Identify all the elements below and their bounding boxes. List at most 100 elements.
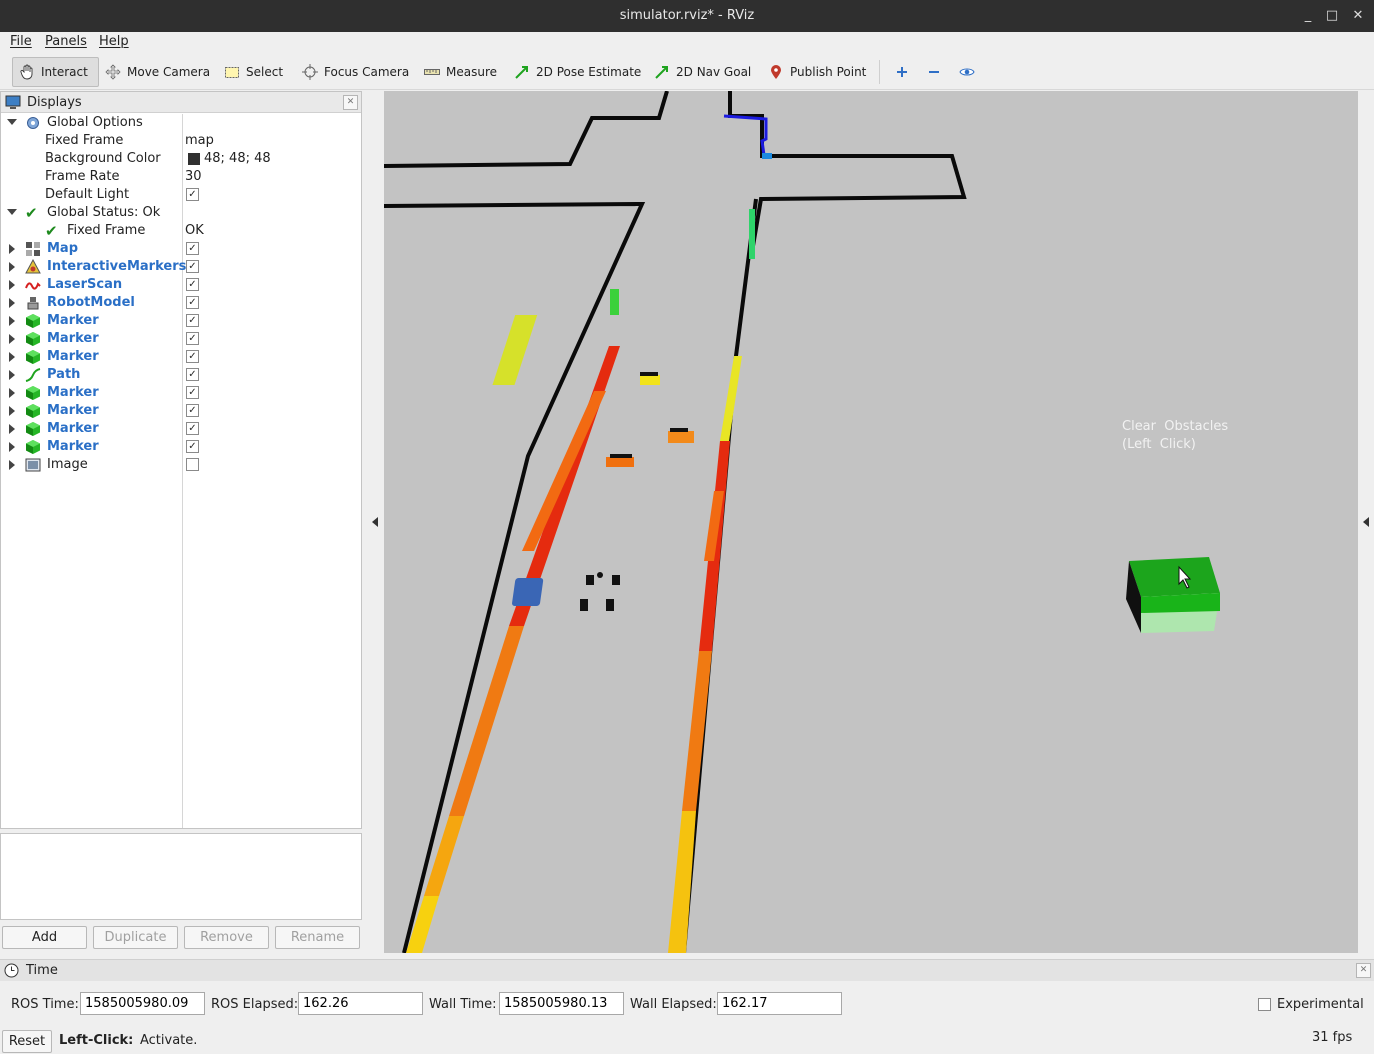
left-dock-handle[interactable] xyxy=(365,91,384,953)
expand-arrow[interactable] xyxy=(9,262,15,272)
display-enabled-checkbox[interactable]: ✓ xyxy=(186,404,199,417)
tree-row-default-light[interactable]: Default Light ✓ xyxy=(1,186,361,204)
add-display-button[interactable]: Add xyxy=(2,926,87,949)
expand-arrow[interactable] xyxy=(7,119,17,125)
default-light-checkbox[interactable]: ✓ xyxy=(186,188,199,201)
display-enabled-checkbox[interactable]: ✓ xyxy=(186,332,199,345)
expand-arrow[interactable] xyxy=(9,298,15,308)
expand-arrow[interactable] xyxy=(9,460,15,470)
map-icon xyxy=(25,241,41,257)
display-enabled-checkbox[interactable] xyxy=(186,458,199,471)
menu-file[interactable]: File xyxy=(10,34,32,49)
display-item-interactivemarkers[interactable]: InteractiveMarkers ✓ xyxy=(1,258,361,276)
tool-measure[interactable]: Measure xyxy=(418,57,503,87)
tool-2d-nav-goal[interactable]: 2D Nav Goal xyxy=(648,57,757,87)
tree-row-global-options[interactable]: Global Options xyxy=(1,114,361,132)
displays-panel-close-button[interactable]: ✕ xyxy=(343,95,358,110)
tree-row-global-status[interactable]: ✔ Global Status: Ok xyxy=(1,204,361,222)
display-item-marker[interactable]: Marker ✓ xyxy=(1,438,361,456)
display-item-marker[interactable]: Marker ✓ xyxy=(1,312,361,330)
tool-move-camera[interactable]: Move Camera xyxy=(99,57,216,87)
ros-elapsed-field[interactable] xyxy=(298,992,423,1015)
clock-icon xyxy=(4,963,19,982)
display-item-marker[interactable]: Marker ✓ xyxy=(1,402,361,420)
scene-render[interactable] xyxy=(384,91,1358,953)
menu-help[interactable]: Help xyxy=(99,34,129,49)
expand-arrow[interactable] xyxy=(9,370,15,380)
close-window-button[interactable]: ✕ xyxy=(1348,6,1368,26)
tree-row-status-fixed-frame[interactable]: ✔ Fixed Frame OK xyxy=(1,222,361,240)
display-enabled-checkbox[interactable]: ✓ xyxy=(186,386,199,399)
tool-interact[interactable]: Interact xyxy=(12,57,99,87)
tree-row-fixed-frame[interactable]: Fixed Frame map xyxy=(1,132,361,150)
marker-cube-icon xyxy=(25,385,41,401)
display-item-laserscan[interactable]: LaserScan ✓ xyxy=(1,276,361,294)
expand-arrow[interactable] xyxy=(9,352,15,362)
experimental-checkbox[interactable] xyxy=(1258,998,1271,1011)
add-tool-button[interactable] xyxy=(888,57,916,87)
reset-button[interactable]: Reset xyxy=(2,1030,52,1053)
expand-arrow[interactable] xyxy=(9,388,15,398)
view-options-button[interactable] xyxy=(953,57,981,87)
remove-tool-button[interactable] xyxy=(920,57,948,87)
expand-arrow[interactable] xyxy=(7,209,17,215)
frame-rate-value[interactable]: 30 xyxy=(185,169,202,184)
tool-select[interactable]: Select xyxy=(218,57,289,87)
display-item-marker[interactable]: Marker ✓ xyxy=(1,384,361,402)
duplicate-display-button[interactable]: Duplicate xyxy=(93,926,178,949)
minus-icon xyxy=(926,64,946,80)
menu-panels[interactable]: Panels xyxy=(45,34,87,49)
display-enabled-checkbox[interactable]: ✓ xyxy=(186,242,199,255)
expand-arrow[interactable] xyxy=(9,334,15,344)
laser-scan-left xyxy=(406,289,620,953)
display-enabled-checkbox[interactable]: ✓ xyxy=(186,368,199,381)
remove-display-button[interactable]: Remove xyxy=(184,926,269,949)
display-enabled-checkbox[interactable]: ✓ xyxy=(186,314,199,327)
display-item-marker[interactable]: Marker ✓ xyxy=(1,420,361,438)
maximize-button[interactable]: □ xyxy=(1322,6,1342,26)
expand-arrow[interactable] xyxy=(9,316,15,326)
expand-arrow[interactable] xyxy=(9,424,15,434)
display-item-label: InteractiveMarkers xyxy=(47,259,187,274)
wall-elapsed-field[interactable] xyxy=(717,992,842,1015)
display-item-robotmodel[interactable]: RobotModel ✓ xyxy=(1,294,361,312)
background-color-value[interactable]: 48; 48; 48 xyxy=(204,151,271,166)
display-enabled-checkbox[interactable]: ✓ xyxy=(186,422,199,435)
minimize-button[interactable]: _ xyxy=(1298,6,1318,26)
display-item-image[interactable]: Image xyxy=(1,456,361,474)
expand-arrow[interactable] xyxy=(9,406,15,416)
display-item-map[interactable]: Map ✓ xyxy=(1,240,361,258)
display-enabled-checkbox[interactable]: ✓ xyxy=(186,296,199,309)
display-enabled-checkbox[interactable]: ✓ xyxy=(186,278,199,291)
tree-row-background-color[interactable]: Background Color 48; 48; 48 xyxy=(1,150,361,168)
checkmark-icon: ✔ xyxy=(45,222,58,240)
time-panel-close-button[interactable]: ✕ xyxy=(1356,963,1371,978)
tool-focus-camera[interactable]: Focus Camera xyxy=(296,57,415,87)
render-viewport[interactable]: Clear Obstacles (Left Click) xyxy=(384,91,1358,953)
expand-arrow[interactable] xyxy=(9,280,15,290)
display-enabled-checkbox[interactable]: ✓ xyxy=(186,350,199,363)
display-item-path[interactable]: Path ✓ xyxy=(1,366,361,384)
display-enabled-checkbox[interactable]: ✓ xyxy=(186,440,199,453)
monitor-icon xyxy=(5,95,21,114)
hand-icon xyxy=(19,64,35,80)
collapse-left-icon[interactable] xyxy=(372,517,378,527)
ros-time-field[interactable] xyxy=(80,992,205,1015)
wall-time-field[interactable] xyxy=(499,992,624,1015)
display-item-marker[interactable]: Marker ✓ xyxy=(1,330,361,348)
tool-2d-pose-estimate[interactable]: 2D Pose Estimate xyxy=(508,57,647,87)
right-dock-handle[interactable] xyxy=(1358,91,1374,953)
clear-obstacles-marker[interactable] xyxy=(1126,557,1220,633)
tree-row-frame-rate[interactable]: Frame Rate 30 xyxy=(1,168,361,186)
display-enabled-checkbox[interactable]: ✓ xyxy=(186,260,199,273)
expand-arrow[interactable] xyxy=(9,442,15,452)
fixed-frame-value[interactable]: map xyxy=(185,133,214,148)
tool-2d-pose-estimate-label: 2D Pose Estimate xyxy=(536,65,642,79)
expand-arrow[interactable] xyxy=(9,244,15,254)
collapse-right-icon[interactable] xyxy=(1363,517,1369,527)
rename-display-button[interactable]: Rename xyxy=(275,926,360,949)
background-color-swatch[interactable] xyxy=(188,153,200,165)
laser-scan-icon xyxy=(25,277,41,293)
display-item-marker[interactable]: Marker ✓ xyxy=(1,348,361,366)
tool-publish-point[interactable]: Publish Point xyxy=(762,57,872,87)
